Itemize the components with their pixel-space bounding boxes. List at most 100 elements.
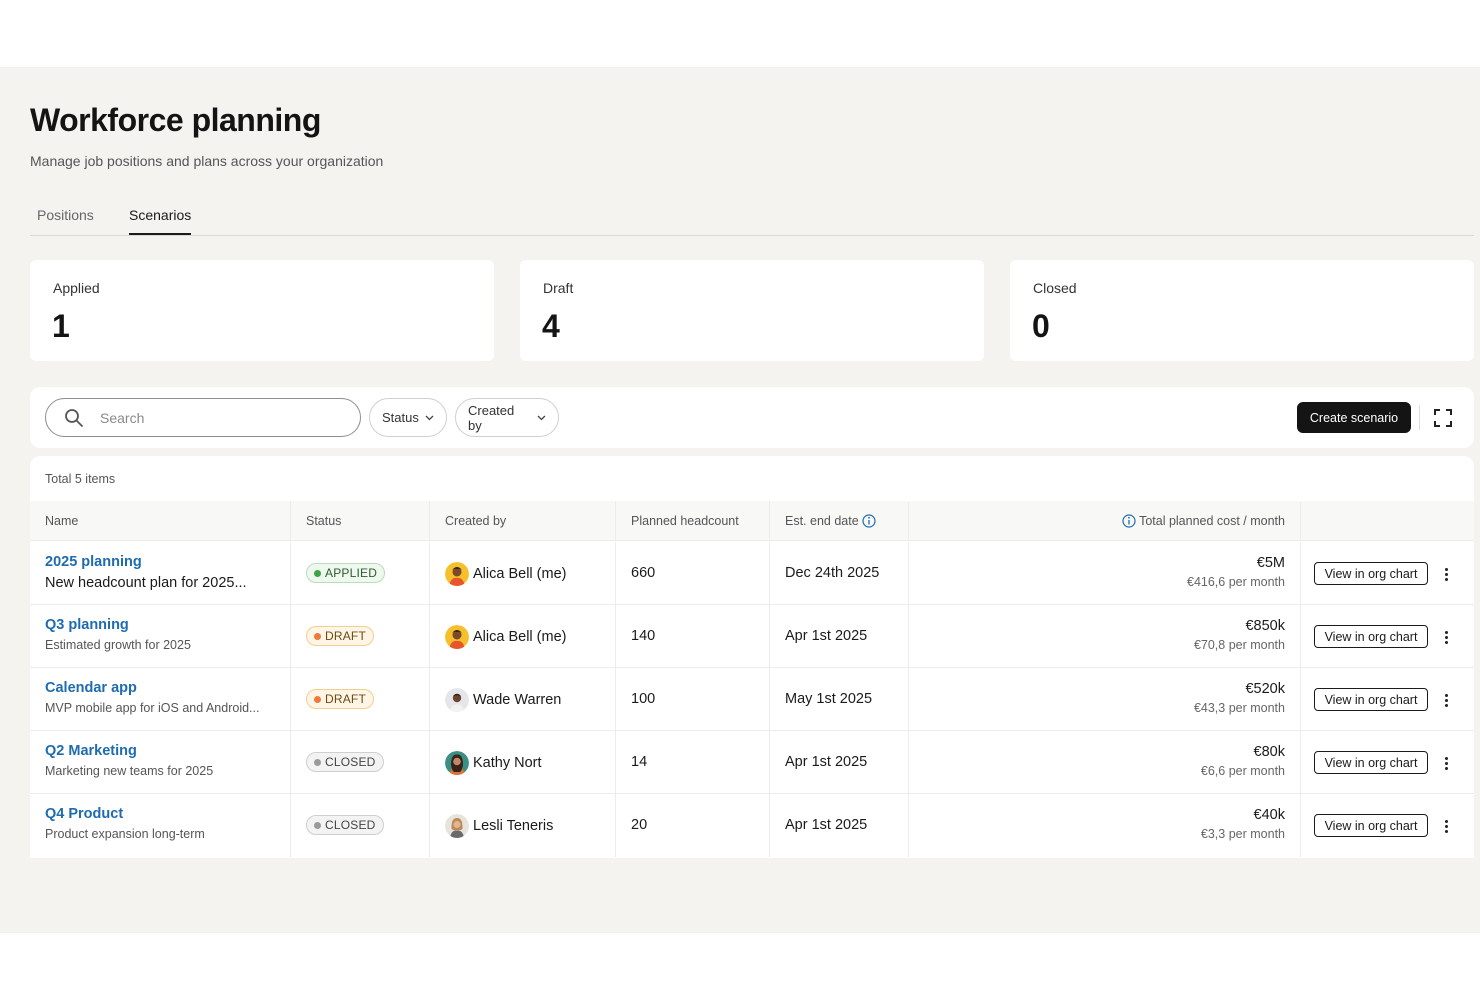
creator: Alica Bell (me): [445, 562, 566, 586]
column-header-end-date[interactable]: Est. end date: [770, 501, 909, 541]
tab-scenarios[interactable]: Scenarios: [129, 207, 192, 235]
created-by-filter-label: Created by: [468, 402, 515, 433]
cost-total: €40k: [1253, 807, 1285, 823]
table-row[interactable]: 2025 planning New headcount plan for 202…: [30, 542, 1474, 605]
cost-per-month: €6,6 per month: [1200, 764, 1285, 778]
scenario-name-link[interactable]: Q2 Marketing: [45, 743, 275, 759]
column-header-headcount[interactable]: Planned headcount: [616, 501, 770, 541]
tab-positions[interactable]: Positions: [37, 207, 94, 233]
creator: Lesli Teneris: [445, 814, 553, 838]
end-date-value: Apr 1st 2025: [785, 817, 868, 833]
info-icon[interactable]: [1122, 514, 1136, 528]
search-input[interactable]: [100, 408, 340, 428]
created-by-filter[interactable]: Created by: [455, 398, 559, 437]
scenario-description: New headcount plan for 2025...: [45, 575, 247, 591]
creator-name: Wade Warren: [473, 692, 562, 708]
status-badge: CLOSED: [306, 752, 384, 772]
scenario-name-link[interactable]: Q3 planning: [45, 617, 275, 633]
summary-card-applied: Applied 1: [30, 260, 494, 361]
cost-cell: €520k €43,3 per month: [909, 668, 1301, 731]
headcount-cell: 14: [616, 731, 770, 794]
cost-cell: €850k €70,8 per month: [909, 605, 1301, 668]
cost-total: €850k: [1245, 618, 1285, 634]
info-icon[interactable]: [862, 514, 876, 528]
more-options-icon[interactable]: [1439, 814, 1453, 838]
toolbar: Status Created by Create scenario: [30, 387, 1474, 448]
status-dot: [314, 821, 321, 829]
status-badge-label: DRAFT: [325, 692, 366, 706]
summary-label: Draft: [543, 280, 574, 296]
fullscreen-icon[interactable]: [1434, 409, 1452, 427]
column-header-name[interactable]: Name: [30, 501, 291, 541]
status-badge-label: CLOSED: [325, 755, 376, 769]
actions-cell: View in org chart: [1301, 605, 1474, 668]
view-in-org-chart-button[interactable]: View in org chart: [1314, 814, 1428, 837]
view-in-org-chart-button[interactable]: View in org chart: [1314, 562, 1428, 585]
name-cell: 2025 planning New headcount plan for 202…: [30, 542, 291, 605]
scenario-description: Product expansion long-term: [45, 827, 205, 841]
created-by-cell: Alica Bell (me): [430, 542, 616, 605]
scenarios-table: Total 5 items Name Status Created by Pla…: [30, 456, 1474, 858]
actions-cell: View in org chart: [1301, 668, 1474, 731]
creator: Wade Warren: [445, 688, 561, 712]
name-cell: Q2 Marketing Marketing new teams for 202…: [30, 731, 291, 794]
headcount-cell: 140: [616, 605, 770, 668]
status-cell: CLOSED: [291, 731, 430, 794]
scenario-name-link[interactable]: 2025 planning: [45, 554, 275, 570]
view-in-org-chart-button[interactable]: View in org chart: [1314, 625, 1428, 648]
status-filter[interactable]: Status: [369, 398, 447, 437]
page-title: Workforce planning: [30, 102, 321, 138]
scenario-description: Estimated growth for 2025: [45, 638, 191, 652]
table-row[interactable]: Q2 Marketing Marketing new teams for 202…: [30, 731, 1474, 794]
creator: Alica Bell (me): [445, 625, 566, 649]
workforce-planning-page: Workforce planning Manage job positions …: [0, 67, 1480, 933]
actions-cell: View in org chart: [1301, 542, 1474, 605]
status-badge: APPLIED: [306, 563, 386, 583]
status-dot: [314, 569, 321, 577]
cost-total: €5M: [1256, 555, 1285, 571]
column-header-status[interactable]: Status: [291, 501, 430, 541]
scenario-name-link[interactable]: Calendar app: [45, 680, 275, 696]
status-badge-label: DRAFT: [325, 629, 366, 643]
create-scenario-button[interactable]: Create scenario: [1297, 402, 1411, 433]
total-count: Total 5 items: [45, 472, 116, 486]
status-badge-label: CLOSED: [325, 818, 376, 832]
more-options-icon[interactable]: [1439, 562, 1453, 586]
tab-bar: Positions Scenarios: [30, 205, 1474, 236]
more-options-icon[interactable]: [1439, 751, 1453, 775]
avatar: [445, 625, 469, 649]
summary-card-closed: Closed 0: [1010, 260, 1474, 361]
column-header-created-by[interactable]: Created by: [430, 501, 616, 541]
avatar: [445, 562, 469, 586]
summary-label: Closed: [1033, 280, 1077, 296]
table-row[interactable]: Calendar app MVP mobile app for iOS and …: [30, 668, 1474, 731]
search-box[interactable]: [45, 398, 361, 437]
end-date-value: May 1st 2025: [785, 691, 873, 707]
view-in-org-chart-button[interactable]: View in org chart: [1314, 688, 1428, 711]
scenario-name-link[interactable]: Q4 Product: [45, 806, 275, 822]
headcount-value: 140: [631, 628, 656, 644]
cost-per-month: €70,8 per month: [1193, 638, 1285, 652]
end-date-cell: Apr 1st 2025: [770, 605, 909, 668]
creator-name: Kathy Nort: [473, 755, 542, 771]
cost-cell: €80k €6,6 per month: [909, 731, 1301, 794]
column-header-end-date-label: Est. end date: [785, 514, 859, 528]
created-by-cell: Alica Bell (me): [430, 605, 616, 668]
toolbar-divider: [1419, 405, 1420, 430]
avatar: [445, 814, 469, 838]
headcount-value: 660: [631, 565, 656, 581]
table-row[interactable]: Q3 planning Estimated growth for 2025 DR…: [30, 605, 1474, 668]
table-header: Name Status Created by Planned headcount…: [30, 501, 1474, 541]
created-by-cell: Wade Warren: [430, 668, 616, 731]
column-header-cost-label: Total planned cost / month: [1139, 514, 1285, 528]
status-badge: CLOSED: [306, 815, 384, 835]
view-in-org-chart-button[interactable]: View in org chart: [1314, 751, 1428, 774]
avatar: [445, 751, 469, 775]
column-header-cost[interactable]: Total planned cost / month: [909, 501, 1301, 541]
headcount-value: 100: [631, 691, 656, 707]
more-options-icon[interactable]: [1439, 688, 1453, 712]
headcount-value: 20: [631, 817, 648, 833]
created-by-cell: Lesli Teneris: [430, 794, 616, 857]
more-options-icon[interactable]: [1439, 625, 1453, 649]
table-row[interactable]: Q4 Product Product expansion long-term C…: [30, 794, 1474, 857]
